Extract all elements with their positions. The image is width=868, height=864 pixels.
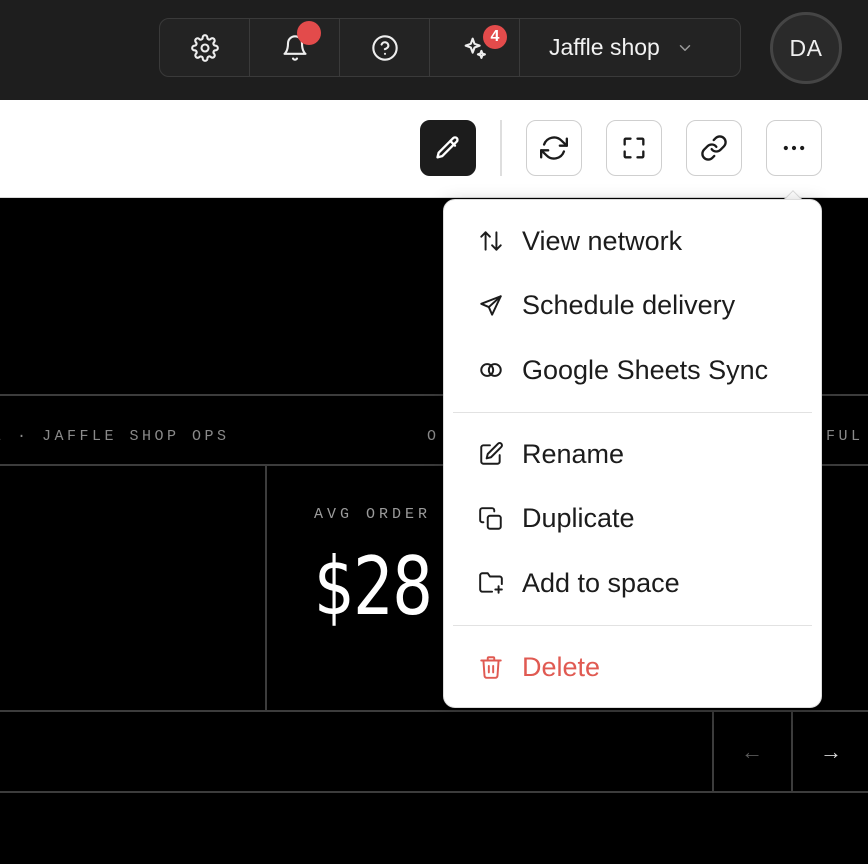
refresh-button[interactable] — [526, 120, 582, 176]
ai-assistant-button[interactable]: 4 — [430, 19, 520, 76]
edit-icon — [480, 442, 503, 465]
menu-item-rename[interactable]: Rename — [444, 422, 821, 487]
ticker-text: E · JAFFLE SHOP OPS — [0, 428, 230, 445]
menu-item-label: Delete — [522, 651, 601, 682]
menu-item-label: Rename — [522, 438, 625, 469]
top-header: 4 Jaffle shop DA — [0, 0, 868, 100]
next-page-button[interactable]: → — [792, 712, 868, 792]
org-name: Jaffle shop — [549, 34, 660, 60]
kpi-value: $28 — [314, 540, 433, 633]
menu-divider — [453, 624, 812, 626]
kpi-label: AVG ORDER — [314, 506, 432, 523]
menu-item-label: View network — [522, 225, 683, 256]
menu-item-label: Google Sheets Sync — [522, 354, 769, 385]
refresh-icon — [540, 136, 568, 160]
org-switcher[interactable]: Jaffle shop — [520, 19, 740, 76]
menu-item-label: Duplicate — [522, 503, 635, 534]
copy-icon — [479, 506, 502, 530]
trash-icon — [480, 656, 502, 680]
chevron-down-icon — [679, 44, 691, 51]
arrows-up-down-icon — [480, 231, 502, 251]
menu-item-add-to-space[interactable]: Add to space — [444, 551, 821, 616]
menu-item-view-network[interactable]: View network — [444, 209, 821, 274]
link-icon — [701, 135, 727, 161]
notifications-button[interactable] — [250, 19, 340, 76]
help-button[interactable] — [340, 19, 430, 76]
menu-item-delete[interactable]: Delete — [444, 635, 821, 700]
kpi-divider — [265, 465, 267, 711]
rings-icon — [480, 363, 502, 378]
copy-link-button[interactable] — [686, 120, 742, 176]
dashboard-toolbar — [0, 100, 868, 198]
menu-item-duplicate[interactable]: Duplicate — [444, 487, 821, 552]
menu-item-label: Schedule delivery — [522, 290, 736, 321]
menu-item-google-sheets-sync[interactable]: Google Sheets Sync — [444, 338, 821, 403]
fullscreen-icon — [623, 137, 645, 159]
gear-icon — [190, 33, 219, 62]
help-circle-icon — [371, 34, 398, 61]
unread-dot — [297, 21, 321, 45]
fullscreen-button[interactable] — [606, 120, 662, 176]
header-toolbar: 4 Jaffle shop — [159, 18, 741, 77]
settings-button[interactable] — [160, 19, 250, 76]
prev-page-button[interactable]: ← — [713, 712, 791, 792]
send-icon — [480, 295, 502, 316]
more-options-button[interactable] — [766, 120, 822, 176]
more-options-menu: View network Schedule delivery Google Sh… — [443, 199, 822, 708]
ai-count-badge: 4 — [483, 25, 507, 49]
ticker-text-right: FUL — [826, 428, 864, 445]
menu-divider — [453, 411, 812, 413]
more-horizontal-icon — [783, 145, 805, 151]
folder-plus-icon — [479, 572, 503, 594]
menu-item-schedule-delivery[interactable]: Schedule delivery — [444, 274, 821, 339]
toolbar-divider — [500, 120, 502, 176]
edit-button[interactable] — [420, 120, 476, 176]
user-avatar[interactable]: DA — [770, 12, 842, 84]
menu-item-label: Add to space — [522, 567, 680, 598]
ticker-text-mid: O — [427, 428, 440, 445]
pencil-icon — [436, 136, 459, 159]
